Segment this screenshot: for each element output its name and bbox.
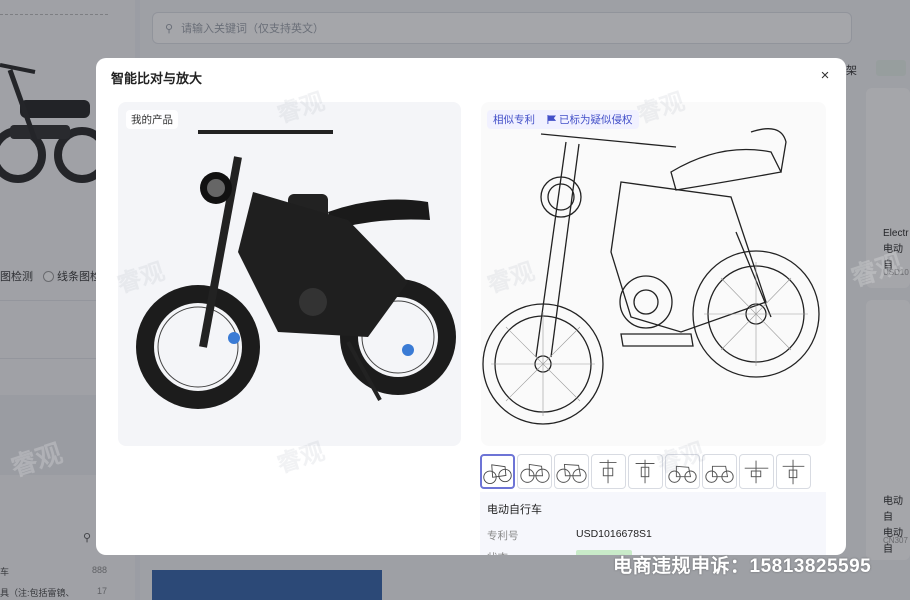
patent-number-label: 专利号	[487, 530, 519, 542]
suspected-infringement-label: 已标为疑似侵权	[559, 114, 633, 126]
product-photo	[136, 130, 456, 409]
compare-zoom-dialog: 智能比对与放大 × 我的产品 相似专利 已标为疑似侵权 电动自行车 专利号 US…	[96, 58, 846, 555]
patent-thumbnail[interactable]	[702, 454, 737, 489]
similar-patent-tag: 相似专利	[493, 114, 535, 126]
patent-info: 电动自行车 专利号 USD1016678S1 状态	[480, 492, 826, 555]
patent-thumbnail[interactable]	[776, 454, 811, 489]
patent-thumbnail[interactable]	[517, 454, 552, 489]
patent-thumbnail[interactable]	[739, 454, 774, 489]
my-product-tag: 我的产品	[126, 110, 178, 129]
patent-number-value: USD1016678S1	[576, 528, 652, 540]
patent-thumbnail[interactable]	[554, 454, 589, 489]
patent-thumbnail[interactable]	[591, 454, 626, 489]
dialog-title: 智能比对与放大	[111, 71, 203, 86]
patent-thumbnail[interactable]	[480, 454, 515, 489]
status-label: 状态	[487, 550, 508, 555]
flag-icon	[547, 115, 556, 124]
footer-watermark: 电商违规申诉：15813825595	[613, 556, 872, 577]
close-icon[interactable]: ×	[816, 67, 834, 85]
patent-tags: 相似专利 已标为疑似侵权	[487, 110, 639, 129]
suspected-infringement-tag[interactable]: 已标为疑似侵权	[547, 112, 633, 127]
my-product-panel[interactable]: 我的产品	[118, 102, 461, 446]
patent-product-name: 电动自行车	[487, 504, 542, 516]
patent-thumbnail-strip	[480, 454, 811, 489]
